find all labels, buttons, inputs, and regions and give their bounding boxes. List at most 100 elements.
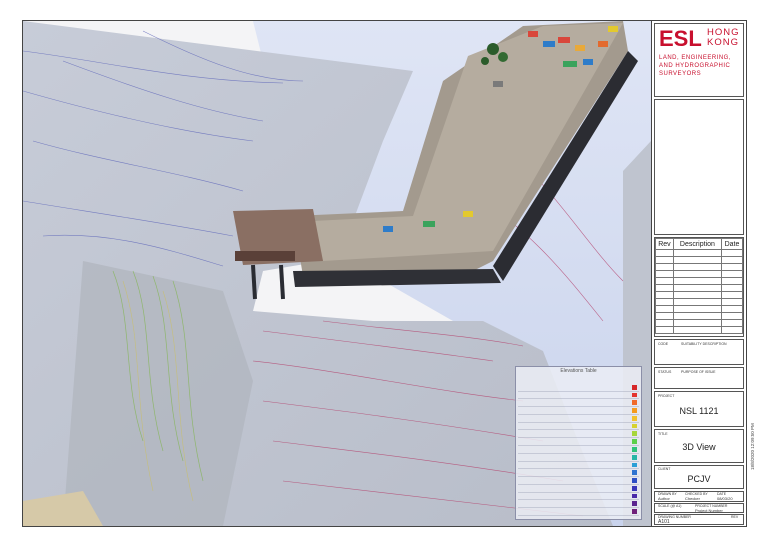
client-value: PCJV xyxy=(687,474,711,484)
elevation-color-swatch xyxy=(632,447,637,452)
elevation-legend-row xyxy=(518,438,639,446)
revision-cell xyxy=(655,277,674,285)
description-header: Description xyxy=(672,238,722,250)
scale-label: SCALE (@ A1) xyxy=(658,504,682,508)
elevation-color-swatch xyxy=(632,470,637,476)
revision-cell xyxy=(720,284,744,292)
elevation-legend-row xyxy=(518,485,639,493)
revision-cell xyxy=(655,312,674,320)
logo-esl-text: ESL xyxy=(659,26,702,51)
project-label: PROJECT xyxy=(658,394,675,398)
elevation-legend-row xyxy=(518,399,639,408)
elevation-legend-row xyxy=(518,384,639,392)
revision-cell xyxy=(655,291,674,299)
logo-hongkong-text: HONG KONG xyxy=(707,28,740,48)
revision-row xyxy=(655,277,744,285)
drawing-number-value: A101 xyxy=(658,519,670,525)
elevation-legend-row xyxy=(518,446,639,454)
revision-cell xyxy=(672,270,722,278)
elevation-legend-row xyxy=(518,392,639,400)
logo-subtitle: LAND, ENGINEERING, AND HYDROGRAPHIC SURV… xyxy=(659,55,732,77)
elevations-table-title: Elevations Table xyxy=(560,368,597,374)
elevation-color-swatch xyxy=(632,400,637,406)
revision-cell xyxy=(720,312,744,320)
revision-cell xyxy=(672,298,722,306)
drawing-sheet: Elevations Table ESL HONG KONG LAND, ENG… xyxy=(22,20,747,527)
revision-cell xyxy=(720,270,744,278)
elevation-legend-row xyxy=(518,477,639,485)
revision-cell xyxy=(655,270,674,278)
elevation-legend-row xyxy=(518,415,639,423)
revision-row xyxy=(655,305,744,313)
project-cell: PROJECT NSL 1121 xyxy=(654,391,744,427)
revision-row xyxy=(655,291,744,299)
elevation-color-swatch xyxy=(632,478,637,483)
elevation-color-swatch xyxy=(632,462,637,468)
elevations-table-rows xyxy=(518,376,639,517)
revision-row xyxy=(655,319,744,327)
notes-area xyxy=(654,99,744,235)
3d-view-viewport[interactable]: Elevations Table xyxy=(23,21,652,526)
elevation-color-swatch xyxy=(632,423,637,429)
status-label: STATUS xyxy=(658,370,672,374)
project-value: NSL 1121 xyxy=(679,406,719,416)
elevation-color-swatch xyxy=(632,485,637,491)
project-number-value: Project Number xyxy=(695,508,723,513)
scale-row: SCALE (@ A1) PROJECT NUMBER Project Numb… xyxy=(654,503,744,513)
client-cell: CLIENT PCJV xyxy=(654,465,744,489)
revision-row xyxy=(655,326,744,334)
revision-cell xyxy=(672,263,722,271)
elevation-legend-row xyxy=(518,508,639,516)
revision-cell xyxy=(672,249,722,257)
revision-cell xyxy=(720,256,744,264)
logo-kong: KONG xyxy=(707,37,739,48)
revision-cell xyxy=(655,319,674,327)
elevation-legend-row xyxy=(518,469,639,478)
revision-row xyxy=(655,249,744,257)
revision-cell xyxy=(720,298,744,306)
title-cell: TITLE 3D View xyxy=(654,429,744,463)
checked-by-value: Checker xyxy=(685,496,700,501)
elevation-legend-row xyxy=(518,407,639,415)
revision-cell xyxy=(672,277,722,285)
revision-cell xyxy=(655,298,674,306)
elevation-legend-row xyxy=(518,493,639,501)
elevation-color-swatch xyxy=(632,493,637,499)
revision-cell xyxy=(655,249,674,257)
revision-row xyxy=(655,312,744,320)
revision-row xyxy=(655,284,744,292)
revision-cell xyxy=(655,256,674,264)
code-row: CODE SUITABILITY DESCRIPTION xyxy=(654,339,744,365)
revision-cell xyxy=(672,305,722,313)
revision-cell xyxy=(720,326,744,334)
title-label: TITLE xyxy=(658,432,668,436)
code-label: CODE xyxy=(658,342,669,346)
revision-row xyxy=(655,256,744,264)
revision-cell xyxy=(672,319,722,327)
revision-row xyxy=(655,298,744,306)
revision-cell xyxy=(720,291,744,299)
revision-cell xyxy=(672,291,722,299)
drawn-row: DRAWN BY Author CHECKED BY Checker DATE … xyxy=(654,491,744,502)
rev-label: REV xyxy=(731,515,739,519)
revision-cell xyxy=(655,284,674,292)
title-value: 3D View xyxy=(682,442,716,452)
revision-table: Rev Description Date xyxy=(654,237,744,337)
elevation-color-swatch xyxy=(632,384,637,390)
revision-cell xyxy=(655,263,674,271)
revision-cell xyxy=(720,305,744,313)
elevation-color-swatch xyxy=(632,509,637,514)
revision-cell xyxy=(672,284,722,292)
drawn-by-value: Author xyxy=(658,496,670,501)
suitability-label: SUITABILITY DESCRIPTION xyxy=(681,342,727,346)
company-logo: ESL HONG KONG LAND, ENGINEERING, AND HYD… xyxy=(654,23,744,97)
revision-cell xyxy=(720,249,744,257)
elevation-legend-row xyxy=(518,423,639,431)
client-label: CLIENT xyxy=(658,467,671,471)
elevation-legend-row xyxy=(518,462,639,470)
date-value: 08/03/20 xyxy=(717,496,733,501)
elevation-legend-row xyxy=(518,454,639,462)
rev-header: Rev xyxy=(655,238,674,250)
elevation-color-swatch xyxy=(632,431,637,437)
revision-cell xyxy=(672,312,722,320)
